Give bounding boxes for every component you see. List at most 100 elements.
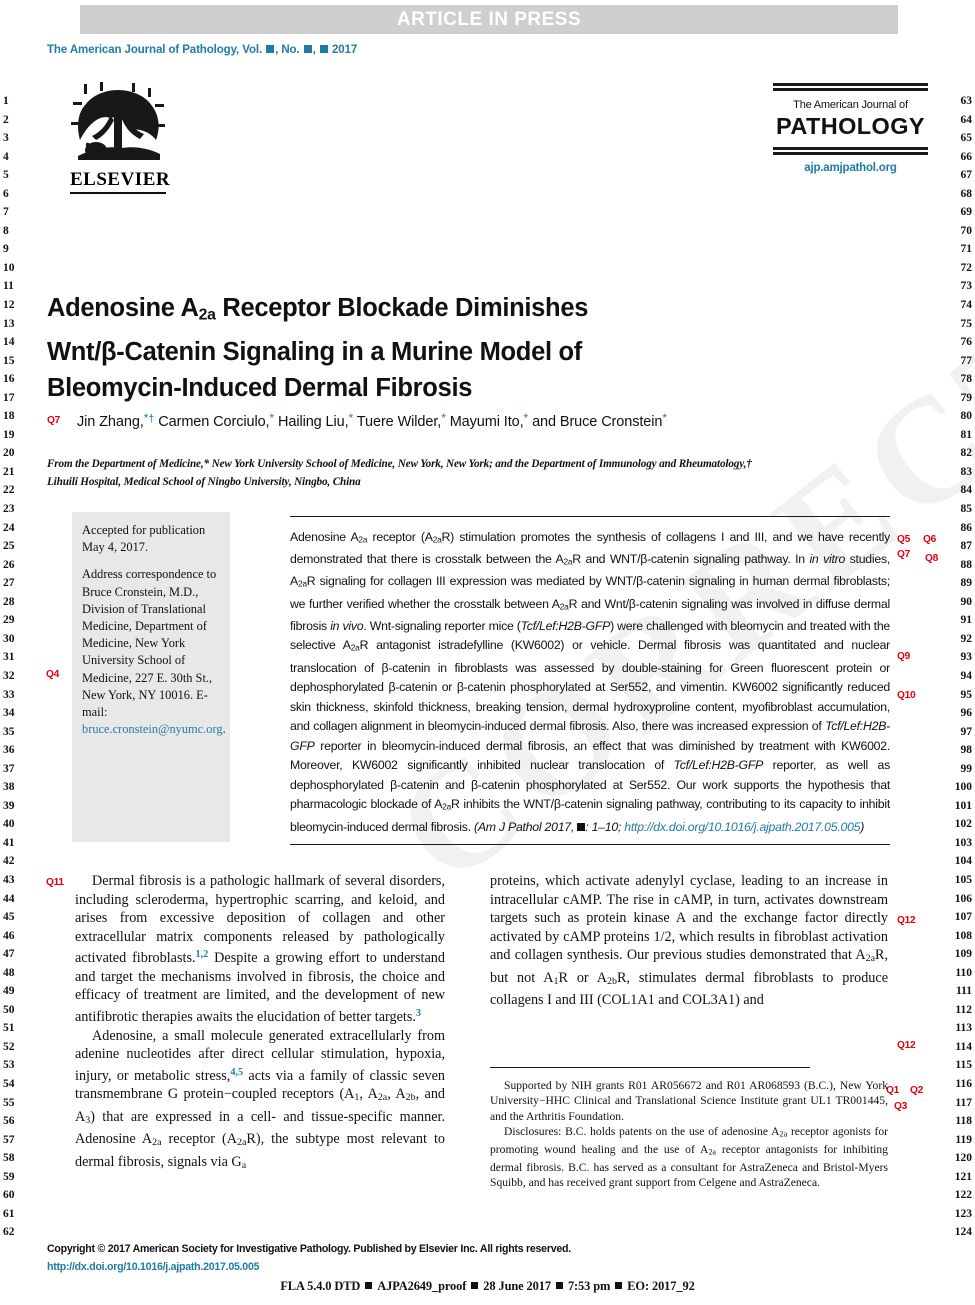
line-number: 105 bbox=[954, 873, 972, 886]
query-marker-q8[interactable]: Q8 bbox=[925, 553, 938, 564]
line-number: 26 bbox=[3, 558, 15, 571]
query-label: Q7 bbox=[47, 415, 60, 426]
query-marker-q10[interactable]: Q10 bbox=[897, 690, 916, 701]
line-number: 108 bbox=[954, 929, 972, 942]
line-number: 85 bbox=[960, 503, 973, 516]
line-number: 84 bbox=[960, 484, 973, 497]
author-list: Jin Zhang,*† Carmen Corciulo,* Hailing L… bbox=[77, 411, 777, 430]
line-number: 71 bbox=[960, 243, 973, 256]
line-number: 14 bbox=[3, 336, 15, 349]
line-number: 19 bbox=[3, 428, 15, 441]
line-number: 49 bbox=[3, 985, 15, 998]
line-number: 1 bbox=[3, 95, 9, 107]
affiliation-star-icon: * bbox=[269, 411, 275, 425]
abstract-citation-close: ) bbox=[860, 819, 865, 834]
line-number: 103 bbox=[954, 836, 972, 849]
reference-citation[interactable]: 3 bbox=[416, 1008, 421, 1019]
body-paragraph-1: Dermal fibrosis is a pathologic hallmark… bbox=[75, 872, 445, 1027]
line-number: 29 bbox=[3, 614, 15, 627]
line-number: 80 bbox=[960, 410, 973, 423]
line-number: 118 bbox=[955, 1115, 972, 1128]
query-marker-q12-b[interactable]: Q12 bbox=[897, 1040, 916, 1051]
line-number: 45 bbox=[3, 911, 15, 924]
line-number: 82 bbox=[960, 447, 973, 460]
line-number: 119 bbox=[955, 1133, 972, 1146]
title-subscript: 2a bbox=[198, 306, 216, 324]
line-number: 7 bbox=[3, 206, 9, 219]
line-number: 95 bbox=[960, 688, 973, 701]
journal-citation-mid: , No. bbox=[275, 44, 303, 56]
journal-citation-suffix: , bbox=[312, 44, 319, 56]
query-marker-q6[interactable]: Q6 bbox=[923, 534, 936, 545]
query-marker-q7-author[interactable]: Q7 bbox=[47, 415, 60, 426]
query-marker-q3[interactable]: Q3 bbox=[894, 1101, 907, 1112]
correspondence-email-link[interactable]: bruce.cronstein@nyumc.org bbox=[82, 722, 223, 736]
line-number: 50 bbox=[3, 1003, 15, 1016]
query-label: Q9 bbox=[897, 651, 910, 662]
affiliation-star-icon: * bbox=[662, 411, 667, 425]
line-number: 120 bbox=[954, 1152, 972, 1165]
line-number: 12 bbox=[3, 299, 15, 312]
line-number: 23 bbox=[3, 503, 15, 516]
line-number: 79 bbox=[960, 391, 973, 404]
line-number: 65 bbox=[960, 132, 973, 145]
author-2: Carmen Corciulo, bbox=[158, 414, 270, 430]
query-marker-q12-a[interactable]: Q12 bbox=[897, 915, 916, 926]
line-number: 106 bbox=[954, 892, 972, 905]
line-number: 67 bbox=[960, 169, 973, 182]
sidebox-content: Accepted for publication May 4, 2017. Ad… bbox=[82, 522, 228, 748]
line-number: 83 bbox=[960, 465, 973, 478]
abstract-body: Adenosine A2a receptor (A2aR) stimulatio… bbox=[290, 530, 891, 834]
line-number: 117 bbox=[955, 1096, 972, 1109]
title-line3: Bleomycin-Induced Dermal Fibrosis bbox=[47, 373, 473, 402]
query-marker-q2[interactable]: Q2 bbox=[910, 1085, 923, 1096]
line-number: 74 bbox=[960, 299, 973, 312]
proof-id: AJPA2649_proof bbox=[377, 1279, 467, 1293]
line-number: 53 bbox=[3, 1059, 15, 1072]
abstract-top-rule bbox=[290, 516, 890, 517]
line-number: 122 bbox=[954, 1189, 972, 1202]
elsevier-wordmark: ELSEVIER bbox=[70, 169, 170, 194]
line-number: 68 bbox=[960, 187, 973, 200]
logo-bottom-rule bbox=[773, 147, 928, 155]
line-number: 92 bbox=[960, 632, 973, 645]
line-number: 96 bbox=[960, 707, 973, 720]
query-marker-q7[interactable]: Q7 bbox=[897, 549, 910, 560]
line-number: 13 bbox=[3, 317, 15, 330]
line-number: 100 bbox=[954, 781, 972, 794]
abstract-citation-pages: : 1–10; bbox=[585, 819, 622, 834]
line-number: 30 bbox=[3, 632, 15, 645]
reference-citation[interactable]: 4,5 bbox=[230, 1067, 243, 1078]
proof-time: 7:53 pm bbox=[567, 1279, 611, 1293]
reference-citation[interactable]: 1,2 bbox=[196, 949, 209, 960]
line-number: 39 bbox=[3, 799, 15, 812]
disclosures-note: Disclosures: B.C. holds patents on the u… bbox=[490, 1124, 888, 1189]
proof-metadata-line: FLA 5.4.0 DTD AJPA2649_proof 28 June 2017 7… bbox=[0, 1279, 975, 1294]
ajp-website-link[interactable]: ajp.amjpathol.org bbox=[773, 162, 928, 174]
line-number: 90 bbox=[960, 595, 973, 608]
line-number: 62 bbox=[3, 1226, 15, 1239]
abstract-text: Adenosine A2a receptor (A2aR) stimulatio… bbox=[290, 528, 890, 837]
line-number: 31 bbox=[3, 651, 15, 664]
journal-citation-year: 2017 bbox=[331, 44, 358, 56]
placeholder-square-icon bbox=[266, 45, 275, 53]
author-6: and Bruce Cronstein bbox=[532, 414, 663, 430]
line-number: 55 bbox=[3, 1096, 15, 1109]
abstract-doi-link[interactable]: http://dx.doi.org/10.1016/j.ajpath.2017.… bbox=[624, 820, 860, 834]
line-number: 17 bbox=[3, 391, 15, 404]
query-label: Q12 bbox=[897, 915, 916, 926]
bottom-doi-link[interactable]: http://dx.doi.org/10.1016/j.ajpath.2017.… bbox=[47, 1261, 259, 1273]
query-marker-q5[interactable]: Q5 bbox=[897, 534, 910, 545]
query-marker-q4[interactable]: Q4 bbox=[46, 669, 59, 680]
line-number: 57 bbox=[3, 1133, 15, 1146]
elsevier-logo: ELSEVIER bbox=[70, 82, 170, 194]
line-number: 91 bbox=[960, 614, 973, 627]
query-label: Q6 bbox=[923, 534, 936, 545]
placeholder-square-icon bbox=[319, 45, 328, 53]
query-marker-q11[interactable]: Q11 bbox=[46, 877, 64, 888]
query-marker-q9[interactable]: Q9 bbox=[897, 651, 910, 662]
line-number: 32 bbox=[3, 669, 15, 682]
line-number: 24 bbox=[3, 521, 15, 534]
line-number: 21 bbox=[3, 465, 15, 478]
line-number: 111 bbox=[956, 985, 972, 998]
